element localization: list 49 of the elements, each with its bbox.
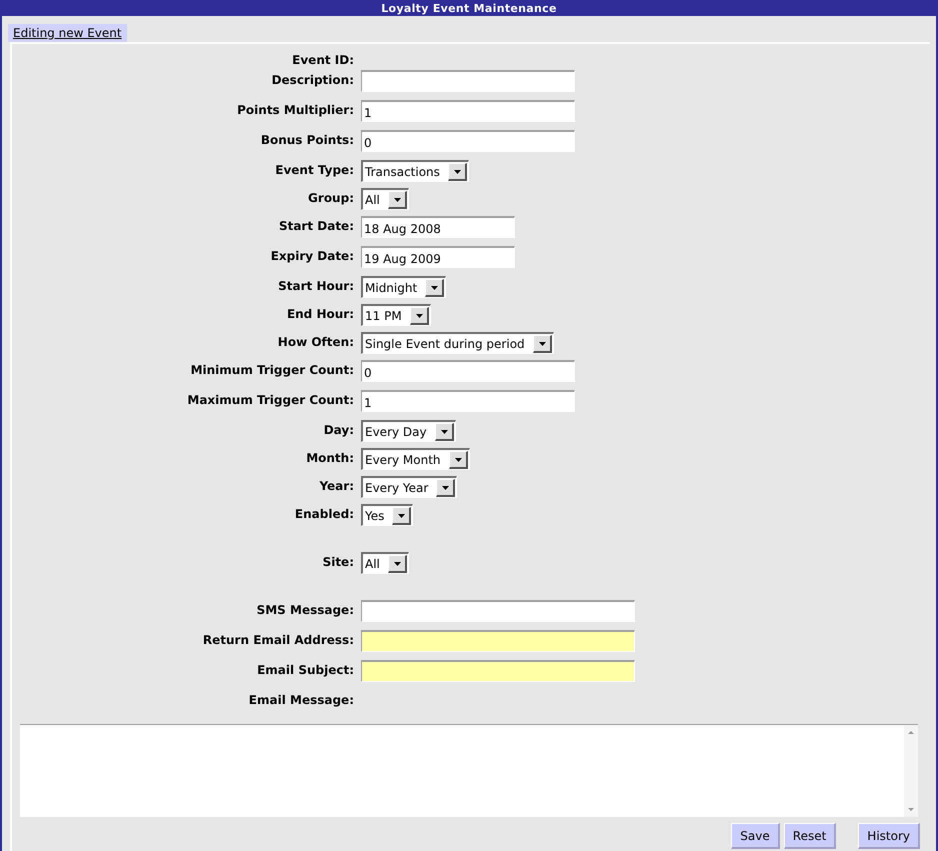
field-label: Email Subject: — [256, 662, 355, 678]
field-label: SMS Message: — [256, 602, 355, 618]
text-field[interactable]: 1 — [361, 100, 575, 122]
field-label: Start Date: — [278, 218, 355, 234]
field-label: Points Multiplier: — [236, 102, 355, 118]
dropdown[interactable]: Every Month — [361, 448, 470, 470]
field-label: Return Email Address: — [202, 632, 355, 648]
text-field[interactable] — [361, 600, 635, 622]
scrollbar[interactable] — [904, 725, 918, 817]
dropdown[interactable]: Midnight — [361, 276, 446, 298]
email-message-field[interactable] — [20, 724, 918, 817]
field-label: End Hour: — [286, 306, 355, 322]
text-field[interactable]: 18 Aug 2008 — [361, 216, 515, 238]
field-label: Enabled: — [294, 506, 355, 522]
field-label: Site: — [322, 554, 355, 570]
field-label: Month: — [305, 450, 355, 466]
field-label: Description: — [270, 72, 355, 88]
field-label: Event Type: — [274, 162, 355, 178]
field-label: Expiry Date: — [270, 248, 355, 264]
field-label: Day: — [322, 422, 355, 438]
field-label: Email Message: — [248, 692, 355, 708]
text-field[interactable]: 0 — [361, 130, 575, 152]
form-button[interactable]: History — [858, 823, 920, 849]
field-label: Minimum Trigger Count: — [190, 362, 355, 378]
form-button[interactable]: Reset — [784, 823, 836, 849]
text-field[interactable]: 1 — [361, 390, 575, 412]
text-field[interactable] — [361, 70, 575, 92]
dropdown[interactable]: All — [361, 188, 409, 210]
field-label: Maximum Trigger Count: — [186, 392, 355, 408]
text-field[interactable] — [361, 660, 635, 682]
dropdown[interactable]: Single Event during period — [361, 332, 554, 354]
dropdown[interactable]: 11 PM — [361, 304, 431, 326]
tab[interactable]: Editing new Event — [8, 24, 127, 42]
dropdown[interactable]: Yes — [361, 504, 414, 526]
dropdown[interactable]: Every Year — [361, 476, 458, 498]
field-label: How Often: — [276, 334, 355, 350]
text-field[interactable]: 19 Aug 2009 — [361, 246, 515, 268]
field-label: Group: — [307, 190, 355, 206]
field-label: Event ID: — [291, 52, 355, 68]
text-field[interactable] — [361, 630, 635, 652]
dropdown[interactable]: Every Day — [361, 420, 456, 442]
window-title: Loyalty Event Maintenance — [381, 2, 557, 14]
dropdown[interactable]: All — [361, 552, 409, 574]
text-field[interactable]: 0 — [361, 360, 575, 382]
field-label: Year: — [318, 478, 355, 494]
form-button[interactable]: Save — [731, 823, 780, 849]
field-label: Bonus Points: — [260, 132, 355, 148]
dropdown[interactable]: Transactions — [361, 160, 469, 182]
field-label: Start Hour: — [277, 278, 355, 294]
